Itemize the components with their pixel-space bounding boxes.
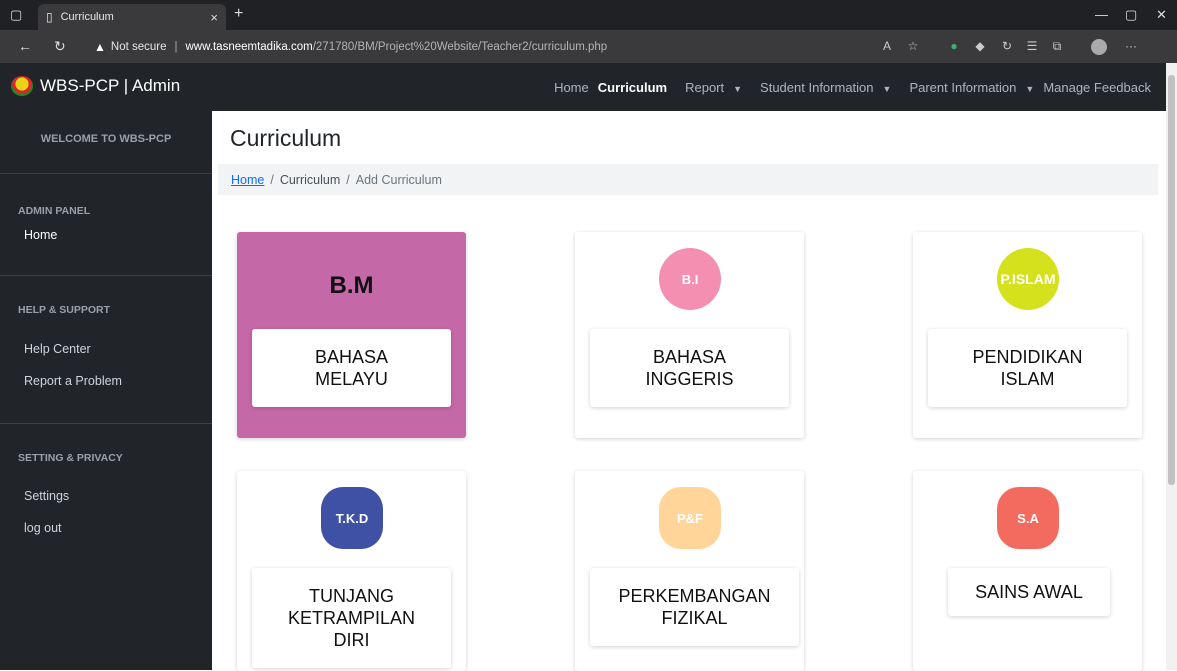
breadcrumb-home-link[interactable]: Home (231, 173, 264, 187)
subject-label[interactable]: BAHASA INGGERIS (590, 329, 789, 407)
address-bar: ← ↻ ▲ Not secure | www.tasneemtadika.com… (0, 30, 1177, 63)
subject-name-line: DIRI (333, 630, 370, 650)
caret-down-icon: ▼ (733, 83, 743, 94)
page-scrollbar[interactable] (1166, 63, 1177, 670)
subject-name-line: BAHASA (652, 347, 726, 367)
sidebar-item-logout[interactable]: log out (24, 521, 62, 535)
subject-label[interactable]: PENDIDIKAN ISLAM (928, 329, 1127, 407)
subject-name-line: PENDIDIKAN (972, 347, 1083, 367)
nav-parent-label: Parent Information (909, 79, 1017, 95)
warning-icon: ▲ (94, 40, 106, 54)
breadcrumb-separator: / (346, 172, 350, 187)
nav-curriculum[interactable]: Curriculum (598, 80, 667, 95)
caret-down-icon: ▼ (1025, 83, 1035, 94)
page-title: Curriculum (230, 125, 342, 151)
subject-badge: T.K.D (321, 487, 383, 549)
subject-name-line: INGGERIS (645, 369, 734, 389)
read-aloud-icon[interactable]: A (880, 39, 894, 53)
sidebar-item-help-center[interactable]: Help Center (24, 342, 91, 356)
subject-label[interactable]: PERKEMBANGAN FIZIKAL (590, 568, 799, 646)
new-tab-button[interactable]: + (234, 5, 243, 23)
sidebar-welcome: WELCOME TO WBS-PCP (40, 133, 172, 145)
subject-badge: B.I (659, 248, 721, 310)
top-navbar: WBS-PCP | Admin Home Curriculum Report ▼ … (0, 63, 1166, 111)
nav-home[interactable]: Home (554, 80, 589, 95)
close-window-icon[interactable]: ✕ (1156, 7, 1167, 23)
sidebar-item-home[interactable]: Home (24, 228, 57, 242)
subject-card-tkd[interactable]: T.K.D TUNJANG KETRAMPILAN DIRI (237, 471, 466, 671)
subject-name-line: TUNJANG (309, 586, 394, 606)
restore-icon[interactable]: ▢ (1125, 7, 1137, 23)
tab-actions-icon[interactable]: ▢ (10, 7, 22, 23)
subject-name-line: SAINS AWAL (975, 582, 1083, 602)
nav-report[interactable]: Report ▼ (676, 80, 742, 95)
nav-student-information[interactable]: Student Information ▼ (751, 80, 891, 95)
subject-card-sa[interactable]: S.A SAINS AWAL (913, 471, 1142, 671)
subject-label[interactable]: SAINS AWAL (948, 568, 1110, 616)
nav-parent-information[interactable]: Parent Information ▼ (900, 80, 1034, 95)
subject-label[interactable]: BAHASA MELAYU (252, 329, 451, 407)
browser-tab-bar: ▢ ▯ Curriculum × + — ▢ ✕ (0, 0, 1177, 30)
breadcrumb-curriculum: Curriculum (279, 172, 341, 187)
subject-name-line: KETRAMPILAN (287, 608, 416, 628)
breadcrumb-separator: / (270, 172, 274, 187)
sidebar-item-report-problem[interactable]: Report a Problem (24, 374, 122, 388)
subject-name-line: BAHASA (314, 347, 389, 367)
brand[interactable]: WBS-PCP | Admin (11, 76, 180, 96)
minimize-icon[interactable]: — (1095, 7, 1108, 22)
subject-label[interactable]: TUNJANG KETRAMPILAN DIRI (252, 568, 451, 668)
subject-name-line: PERKEMBANGAN (618, 586, 771, 606)
tab-close-icon[interactable]: × (210, 10, 218, 25)
profile-avatar[interactable] (1091, 39, 1107, 55)
subject-name-line: ISLAM (1000, 369, 1055, 389)
subject-code: B.M (329, 272, 374, 299)
url-path: /271780/BM/Project%20Website/Teacher2/cu… (312, 41, 608, 53)
collections-icon[interactable]: ⧉ (1050, 39, 1064, 53)
main-content: Curriculum Home / Curriculum / Add Curri… (212, 111, 1166, 671)
back-icon[interactable]: ← (18, 38, 32, 54)
nav-links: Home Curriculum Report ▼ Student Informat… (545, 63, 1151, 111)
subject-card-pislam[interactable]: P.ISLAM PENDIDIKAN ISLAM (913, 232, 1142, 438)
url-field[interactable]: ▲ Not secure | www.tasneemtadika.com /27… (94, 36, 607, 58)
breadcrumb-current: Add Curriculum (355, 172, 442, 187)
extension2-icon[interactable]: ↻ (1000, 39, 1014, 53)
security-label: Not secure (110, 41, 167, 53)
subject-card-pf[interactable]: P&F PERKEMBANGAN FIZIKAL (575, 471, 804, 671)
nav-manage-feedback[interactable]: Manage Feedback (1043, 80, 1151, 95)
subject-name-line: MELAYU (315, 369, 388, 389)
brand-title: WBS-PCP | Admin (40, 76, 181, 95)
subject-card-bm[interactable]: B.M BAHASA MELAYU (237, 232, 466, 438)
subject-badge: S.A (997, 487, 1059, 549)
nav-report-label: Report (685, 79, 725, 95)
subject-badge: P&F (659, 487, 721, 549)
refresh-icon[interactable]: ↻ (54, 38, 66, 55)
divider (0, 275, 212, 276)
more-menu-icon[interactable]: ··· (1124, 39, 1138, 53)
extension-icon[interactable]: ◆ (973, 39, 987, 53)
favorites-bar-icon[interactable]: ☰ (1025, 39, 1039, 53)
tab-title: Curriculum (60, 11, 114, 23)
sidebar-header-admin: ADMIN PANEL (18, 205, 91, 217)
sidebar-item-settings[interactable]: Settings (24, 489, 69, 503)
sidebar-header-settings: SETTING & PRIVACY (18, 452, 123, 464)
sidebar-header-help: HELP & SUPPORT (18, 304, 110, 316)
page-icon: ▯ (46, 10, 53, 24)
breadcrumb: Home / Curriculum / Add Curriculum (218, 164, 1158, 195)
favorite-icon[interactable]: ☆ (906, 39, 920, 53)
subject-name-line: FIZIKAL (661, 608, 728, 628)
divider (0, 173, 212, 174)
shield-extension-icon[interactable]: ● (947, 39, 961, 53)
subject-badge: P.ISLAM (997, 248, 1059, 310)
browser-tab[interactable]: ▯ Curriculum × (38, 4, 226, 30)
subject-card-bi[interactable]: B.I BAHASA INGGERIS (575, 232, 804, 438)
divider (0, 423, 212, 424)
scrollbar-thumb[interactable] (1168, 75, 1175, 485)
nav-student-label: Student Information (760, 79, 874, 95)
caret-down-icon: ▼ (882, 83, 892, 94)
logo-icon (11, 76, 33, 96)
url-separator: | (174, 41, 178, 53)
sidebar: WELCOME TO WBS-PCP ADMIN PANEL Home HELP… (0, 111, 212, 670)
url-domain: www.tasneemtadika.com (185, 41, 313, 53)
